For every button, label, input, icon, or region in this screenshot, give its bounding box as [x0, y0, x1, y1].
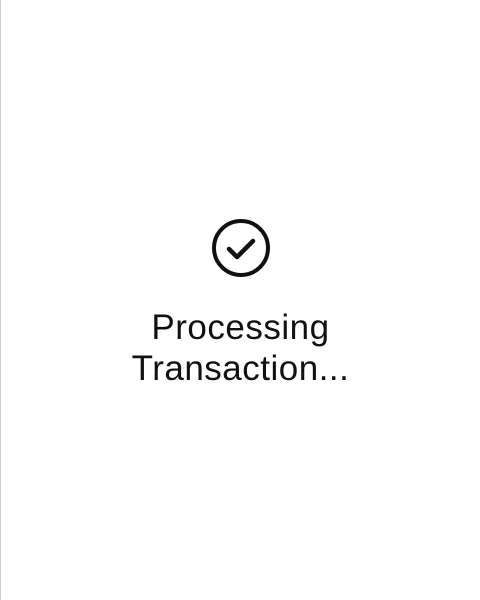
status-line-1: Processing — [151, 308, 330, 347]
status-block: Processing Transaction... — [1, 218, 480, 389]
check-circle-icon — [211, 219, 270, 277]
status-line-2: Transaction... — [131, 349, 350, 388]
status-message: Processing Transaction... — [132, 307, 350, 389]
processing-screen: Processing Transaction... — [0, 0, 480, 600]
